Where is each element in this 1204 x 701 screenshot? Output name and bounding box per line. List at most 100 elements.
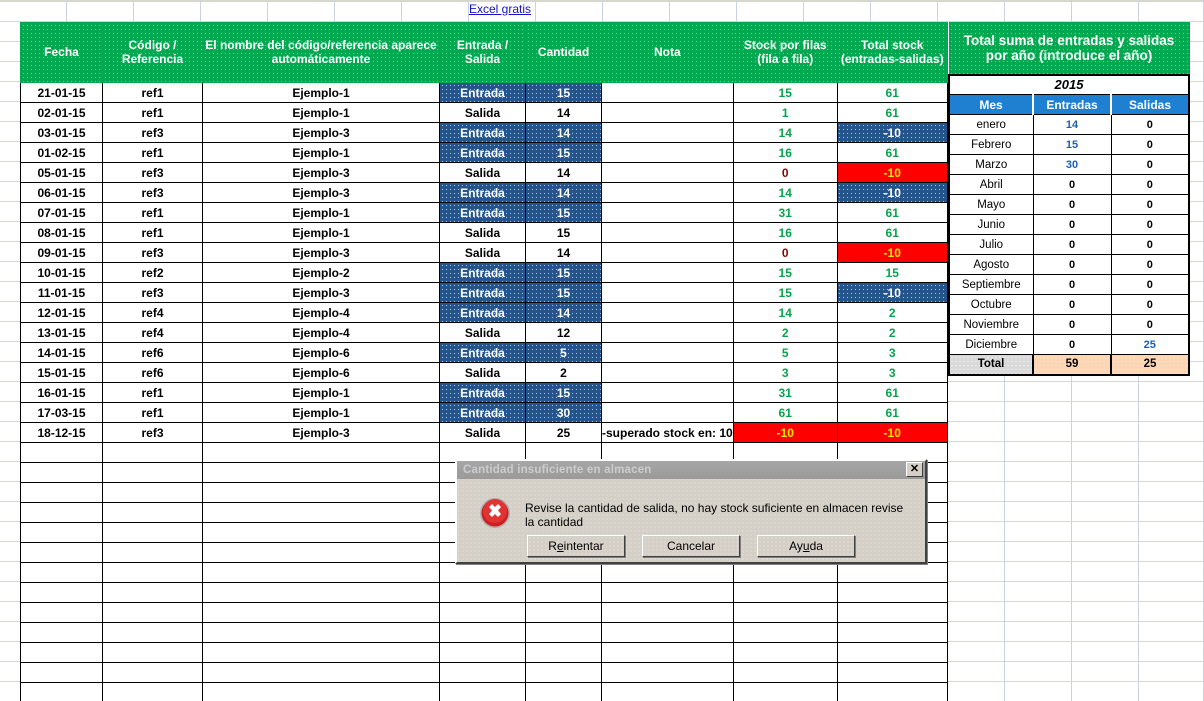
cell-nota[interactable]: [601, 202, 734, 223]
cell-nombre[interactable]: Ejemplo-2: [202, 262, 440, 283]
cell-empty[interactable]: [601, 602, 734, 623]
ayuda-button[interactable]: Ayuda: [757, 535, 855, 557]
cell-empty[interactable]: [525, 562, 602, 583]
cell-nota[interactable]: [601, 282, 734, 303]
cell-fecha[interactable]: 12-01-15: [20, 302, 103, 323]
cell-tipo[interactable]: Entrada: [439, 282, 526, 303]
cell-total-stock[interactable]: 61: [836, 82, 948, 103]
cell-codigo[interactable]: ref1: [102, 82, 203, 103]
cell-tipo[interactable]: Entrada: [439, 82, 526, 103]
cell-tipo[interactable]: Entrada: [439, 182, 526, 203]
cell-fecha[interactable]: 06-01-15: [20, 182, 103, 203]
cell-nota[interactable]: [601, 402, 734, 423]
cell-nombre[interactable]: Ejemplo-1: [202, 102, 440, 123]
cell-total-stock[interactable]: -10: [836, 422, 948, 443]
cell-nota[interactable]: [601, 82, 734, 103]
cell-empty[interactable]: [601, 622, 734, 643]
cell-empty[interactable]: [202, 562, 440, 583]
cell-empty[interactable]: [836, 642, 948, 663]
cell-codigo[interactable]: ref3: [102, 122, 203, 143]
cell-empty[interactable]: [20, 542, 103, 563]
cell-stock-filas[interactable]: 61: [732, 402, 838, 423]
cell-total-stock[interactable]: 3: [836, 362, 948, 383]
excel-gratis-link[interactable]: Excel gratis: [440, 2, 560, 16]
cell-codigo[interactable]: ref2: [102, 262, 203, 283]
cell-cantidad[interactable]: 14: [525, 242, 602, 263]
cell-nombre[interactable]: Ejemplo-3: [202, 242, 440, 263]
cell-nota[interactable]: -superado stock en: 10: [601, 422, 734, 443]
cell-empty[interactable]: [439, 662, 526, 683]
cell-empty[interactable]: [202, 602, 440, 623]
reintentar-button[interactable]: Reintentar: [527, 535, 625, 557]
cell-empty[interactable]: [20, 502, 103, 523]
cell-empty[interactable]: [102, 582, 203, 603]
cell-nota[interactable]: [601, 242, 734, 263]
cell-nombre[interactable]: Ejemplo-1: [202, 142, 440, 163]
cell-empty[interactable]: [20, 642, 103, 663]
cell-cantidad[interactable]: 14: [525, 302, 602, 323]
cell-nombre[interactable]: Ejemplo-1: [202, 82, 440, 103]
cell-cantidad[interactable]: 15: [525, 142, 602, 163]
cell-codigo[interactable]: ref3: [102, 182, 203, 203]
cell-total-stock[interactable]: -10: [836, 242, 948, 263]
cell-fecha[interactable]: 08-01-15: [20, 222, 103, 243]
cell-tipo[interactable]: Salida: [439, 362, 526, 383]
cell-total-stock[interactable]: 61: [836, 142, 948, 163]
cell-codigo[interactable]: ref4: [102, 302, 203, 323]
cell-empty[interactable]: [20, 442, 103, 463]
cell-empty[interactable]: [20, 682, 103, 701]
cell-cantidad[interactable]: 14: [525, 182, 602, 203]
cell-stock-filas[interactable]: 14: [732, 182, 838, 203]
cell-empty[interactable]: [601, 642, 734, 663]
cell-empty[interactable]: [525, 642, 602, 663]
cell-empty[interactable]: [601, 662, 734, 683]
cell-empty[interactable]: [732, 622, 838, 643]
cell-cantidad[interactable]: 14: [525, 162, 602, 183]
cell-empty[interactable]: [202, 662, 440, 683]
cell-total-stock[interactable]: 15: [836, 262, 948, 283]
cell-fecha[interactable]: 09-01-15: [20, 242, 103, 263]
cell-stock-filas[interactable]: 31: [732, 202, 838, 223]
cell-empty[interactable]: [20, 662, 103, 683]
close-icon[interactable]: ✕: [906, 462, 923, 477]
cell-stock-filas[interactable]: 0: [732, 242, 838, 263]
cell-nombre[interactable]: Ejemplo-6: [202, 342, 440, 363]
cell-empty[interactable]: [525, 582, 602, 603]
cell-stock-filas[interactable]: 16: [732, 142, 838, 163]
cell-stock-filas[interactable]: 16: [732, 222, 838, 243]
cell-nombre[interactable]: Ejemplo-1: [202, 222, 440, 243]
cell-cantidad[interactable]: 5: [525, 342, 602, 363]
cell-tipo[interactable]: Salida: [439, 222, 526, 243]
cell-stock-filas[interactable]: 0: [732, 162, 838, 183]
cell-nota[interactable]: [601, 182, 734, 203]
cell-nota[interactable]: [601, 262, 734, 283]
cell-empty[interactable]: [102, 522, 203, 543]
cell-stock-filas[interactable]: 14: [732, 122, 838, 143]
cell-tipo[interactable]: Salida: [439, 322, 526, 343]
cell-empty[interactable]: [202, 622, 440, 643]
cell-empty[interactable]: [525, 662, 602, 683]
cell-cantidad[interactable]: 25: [525, 422, 602, 443]
cell-total-stock[interactable]: 61: [836, 382, 948, 403]
cell-empty[interactable]: [102, 562, 203, 583]
cell-empty[interactable]: [102, 622, 203, 643]
cell-codigo[interactable]: ref6: [102, 362, 203, 383]
cell-cantidad[interactable]: 15: [525, 202, 602, 223]
cell-empty[interactable]: [732, 682, 838, 701]
cell-total-stock[interactable]: -10: [836, 282, 948, 303]
cell-fecha[interactable]: 14-01-15: [20, 342, 103, 363]
cell-tipo[interactable]: Salida: [439, 422, 526, 443]
cell-empty[interactable]: [102, 542, 203, 563]
cell-tipo[interactable]: Entrada: [439, 402, 526, 423]
cell-total-stock[interactable]: 61: [836, 102, 948, 123]
cell-total-stock[interactable]: -10: [836, 122, 948, 143]
cell-empty[interactable]: [20, 602, 103, 623]
cell-empty[interactable]: [525, 682, 602, 701]
cell-fecha[interactable]: 07-01-15: [20, 202, 103, 223]
cell-empty[interactable]: [439, 562, 526, 583]
cell-nota[interactable]: [601, 382, 734, 403]
cell-stock-filas[interactable]: 15: [732, 82, 838, 103]
cell-stock-filas[interactable]: 5: [732, 342, 838, 363]
cell-tipo[interactable]: Entrada: [439, 122, 526, 143]
cell-stock-filas[interactable]: 15: [732, 282, 838, 303]
